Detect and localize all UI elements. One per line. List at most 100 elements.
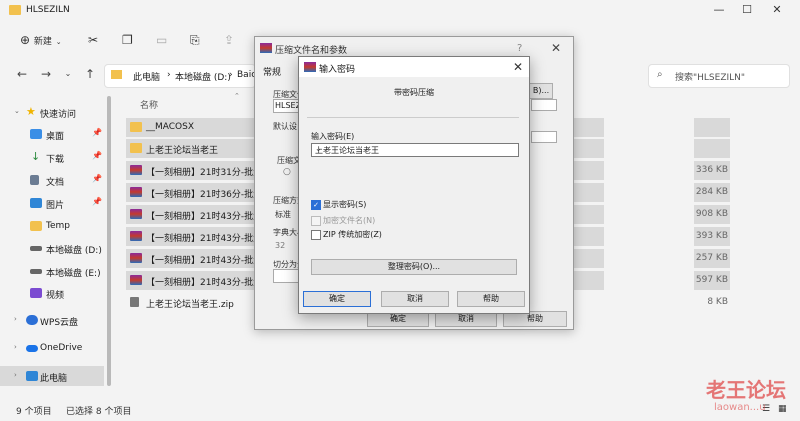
close-button[interactable]: ✕ [764,2,790,18]
address-bar[interactable]: 此电脑 › 本地磁盘 (D:) › Baic [104,64,256,88]
encrypt-filenames-label: 加密文件名(N) [323,216,376,225]
sidebar-item-label: 本地磁盘 (D:) [46,246,102,256]
size-cell: 284 KB [694,183,730,202]
sidebar-item-wps-cloud[interactable]: › WPS云盘 [0,310,104,330]
ok-button[interactable]: 确定 [303,291,371,307]
cloud-icon [26,315,38,325]
file-size: 336 KB [695,165,728,175]
close-icon[interactable]: ✕ [551,41,561,55]
size-cell [694,139,730,158]
archive-icon [130,275,142,285]
breadcrumb-sep-icon: › [229,70,233,80]
sidebar-scrollbar[interactable] [107,96,111,386]
sidebar-item-pictures[interactable]: 图片 📌 [0,193,104,213]
password-dialog: 输入密码 ✕ 带密码压缩 输入密码(E) 上老王论坛当老王 ⌄ ✓ 显示密码(S… [298,56,530,314]
maximize-button[interactable]: ☐ [734,2,760,18]
chevron-right-icon[interactable]: › [14,343,17,351]
rename-icon[interactable]: ⎘ [190,31,200,49]
file-name: 【一刻相册】21时43分-批量 [146,212,263,222]
cancel-button[interactable]: 取消 [381,291,449,307]
file-size: 597 KB [695,275,728,285]
help-icon[interactable]: ? [517,43,522,54]
sidebar-item-desktop[interactable]: 桌面 📌 [0,124,104,144]
sidebar-item-quick-access[interactable]: ⌄ ★ 快速访问 [0,102,104,122]
chevron-down-icon[interactable]: ⌄ [14,107,20,115]
search-icon: ⌕ [657,69,663,80]
sidebar-item-documents[interactable]: 文档 📌 [0,170,104,190]
organize-label: 整理密码(O)... [387,262,441,271]
chevron-down-icon[interactable]: ⌄ [315,144,515,153]
profile-select[interactable] [531,131,557,143]
sort-chevron-icon: ⌃ [234,92,240,100]
browse-button[interactable]: B)... [529,83,553,99]
update-mode-select[interactable] [531,99,557,111]
drive-icon [30,269,42,274]
watermark-subtext: laowan...u [714,402,766,413]
chevron-right-icon[interactable]: › [14,371,17,379]
size-cell: 336 KB [694,161,730,180]
sidebar-item-videos[interactable]: 视频 [0,283,104,303]
organize-passwords-button[interactable]: 整理密码(O)... [311,259,517,275]
sidebar-item-label: 图片 [46,201,65,211]
password-dialog-subtitle: 带密码压缩 [394,88,434,97]
password-input[interactable]: 上老王论坛当老王 ⌄ [311,143,519,157]
file-name: 上老王论坛当老王 [146,146,219,156]
document-icon [30,175,39,185]
breadcrumb-this-pc[interactable]: 此电脑 [133,70,160,83]
search-box[interactable]: ⌕ 搜索"HLSEZILN" [648,64,790,88]
drive-icon [30,246,42,251]
plus-icon: ⊕ [20,33,31,47]
minimize-button[interactable]: — [706,2,732,18]
file-size: 257 KB [695,253,728,263]
default-settings-label: 默认设 [273,122,297,131]
password-dialog-titlebar: 输入密码 ✕ [299,57,529,77]
breadcrumb-drive-d[interactable]: 本地磁盘 (D:) [175,70,231,83]
copy-icon[interactable]: ❐ [122,31,133,49]
share-icon[interactable]: ⇪ [224,31,234,49]
file-size: 8 KB [707,297,728,307]
password-dialog-title: 输入密码 [319,65,356,75]
zip-icon [130,297,139,307]
forward-icon[interactable]: → [38,66,54,82]
tab-general[interactable]: 常规 [263,65,281,78]
radio-icon[interactable]: ○ [283,167,291,177]
desktop-icon [30,129,42,139]
file-size: 284 KB [695,187,728,197]
archive-icon [130,165,142,175]
password-label: 输入密码(E) [311,132,355,141]
sidebar-item-onedrive[interactable]: › OneDrive [0,338,104,358]
chevron-right-icon[interactable]: › [14,315,17,323]
file-name: 【一刻相册】21时43分-批量 [146,278,263,288]
size-cell: 597 KB [694,271,730,290]
sidebar-item-drive-e[interactable]: 本地磁盘 (E:) [0,261,104,281]
sidebar-item-downloads[interactable]: ↓ 下载 📌 [0,147,104,167]
cut-icon[interactable]: ✂ [88,31,98,49]
sidebar-item-this-pc[interactable]: › 此电脑 [0,366,104,386]
file-name: 上老王论坛当老王.zip [146,300,234,310]
up-icon[interactable]: ↑ [82,66,98,82]
new-button[interactable]: ⊕ 新建 ⌄ [20,31,62,49]
method-value: 标准 [275,210,291,219]
archive-icon [130,253,142,263]
sidebar-item-drive-d[interactable]: 本地磁盘 (D:) [0,238,104,258]
tiles-view-icon[interactable]: ▦ [778,404,787,414]
help-button[interactable]: 帮助 [457,291,525,307]
sidebar-item-label: 文档 [46,178,65,188]
sidebar-item-label: 快速访问 [40,110,77,120]
video-icon [30,288,42,298]
sidebar-item-temp[interactable]: Temp [0,216,104,236]
paste-icon[interactable]: ▭ [156,31,167,49]
column-header-name[interactable]: 名称 [140,98,158,111]
file-name: __MACOSX [146,122,195,132]
close-icon[interactable]: ✕ [513,60,523,74]
sidebar-item-label: 桌面 [46,132,65,142]
recent-chevron-icon[interactable]: ⌄ [60,66,76,82]
sidebar-item-label: 下载 [46,155,65,165]
zip-legacy-label: ZIP 传统加密(Z) [323,230,382,239]
sidebar-item-label: OneDrive [40,343,83,353]
folder-icon [130,143,142,153]
winrar-icon [260,43,272,53]
sidebar-item-label: 本地磁盘 (E:) [46,269,101,279]
sidebar-item-label: 视频 [46,291,65,301]
back-icon[interactable]: ← [14,66,30,82]
